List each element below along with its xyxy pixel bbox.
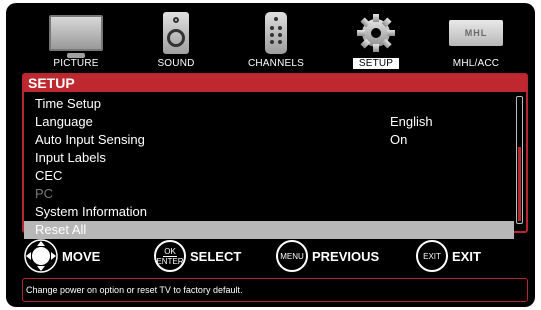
key-hints: MOVE OK ENTER SELECT MENU PREVIOUS EXIT … [24,239,524,273]
hint-select: OK ENTER SELECT [154,239,241,273]
setup-panel: SETUP Time Setup Language English Auto I… [22,73,528,239]
tab-label: CHANNELS [247,58,305,69]
hint-previous: MENU PREVIOUS [276,239,379,273]
menu-item-pc: PC [24,185,514,203]
tv-menu-screen: PICTURE SOUND CHANNELS SETUP MHL MHL/ACC… [6,3,535,307]
tab-setup[interactable]: SETUP [326,9,426,69]
tab-picture[interactable]: PICTURE [26,9,126,69]
menu-item-label: Input Labels [35,150,106,165]
speaker-icon [163,12,189,54]
menu-item-input-labels[interactable]: Input Labels [24,149,514,167]
scroll-thumb[interactable] [518,147,521,221]
tab-label: MHL/ACC [452,58,500,69]
help-text: Change power on option or reset TV to fa… [26,285,243,295]
hint-exit: EXIT EXIT [416,239,481,273]
menu-item-label: Auto Input Sensing [35,132,145,147]
menu-item-label: CEC [35,168,63,183]
menu-item-auto-input-sensing[interactable]: Auto Input Sensing On [24,131,514,149]
tab-channels[interactable]: CHANNELS [226,9,326,69]
tab-label: SETUP [352,58,400,69]
remote-icon [265,12,287,54]
menu-item-reset-all[interactable]: Reset All [24,221,514,239]
exit-key-icon: EXIT [416,240,448,272]
menu-tabs: PICTURE SOUND CHANNELS SETUP MHL MHL/ACC [26,9,526,69]
menu-item-language[interactable]: Language English [24,113,514,131]
hint-previous-label: PREVIOUS [312,248,380,264]
menu-item-label: PC [35,186,54,201]
help-text-box: Change power on option or reset TV to fa… [22,278,528,302]
enter-key-text: ENTER [156,256,184,266]
menu-item-value: English [390,114,433,129]
tab-label: PICTURE [53,58,99,69]
setup-menu-list: Time Setup Language English Auto Input S… [24,95,514,239]
hint-move: MOVE [24,239,100,273]
menu-key-text: MENU [280,251,304,261]
tv-icon [49,15,103,58]
tab-label: SOUND [157,58,195,69]
menu-item-cec[interactable]: CEC [24,167,514,185]
menu-item-label: System Information [35,204,147,219]
dpad-icon [24,239,58,273]
ok-key-text: OK [163,246,177,257]
hint-move-label: MOVE [62,248,101,264]
panel-title: SETUP [24,75,526,92]
mhl-icon: MHL [449,20,503,46]
exit-key-text: EXIT [423,251,441,261]
tab-mhl-acc[interactable]: MHL MHL/ACC [426,9,526,69]
hint-exit-label: EXIT [452,248,481,264]
menu-item-label: Reset All [35,222,87,237]
menu-item-value: On [390,132,408,147]
hint-select-label: SELECT [190,248,242,264]
tab-sound[interactable]: SOUND [126,9,226,69]
menu-item-system-information[interactable]: System Information [24,203,514,221]
scrollbar[interactable] [516,96,523,224]
menu-key-icon: MENU [276,240,308,272]
gear-icon [357,14,395,52]
menu-item-label: Time Setup [35,96,101,111]
ok-enter-key-icon: OK ENTER [154,240,186,272]
menu-item-time-setup[interactable]: Time Setup [24,95,514,113]
menu-item-label: Language [35,114,93,129]
